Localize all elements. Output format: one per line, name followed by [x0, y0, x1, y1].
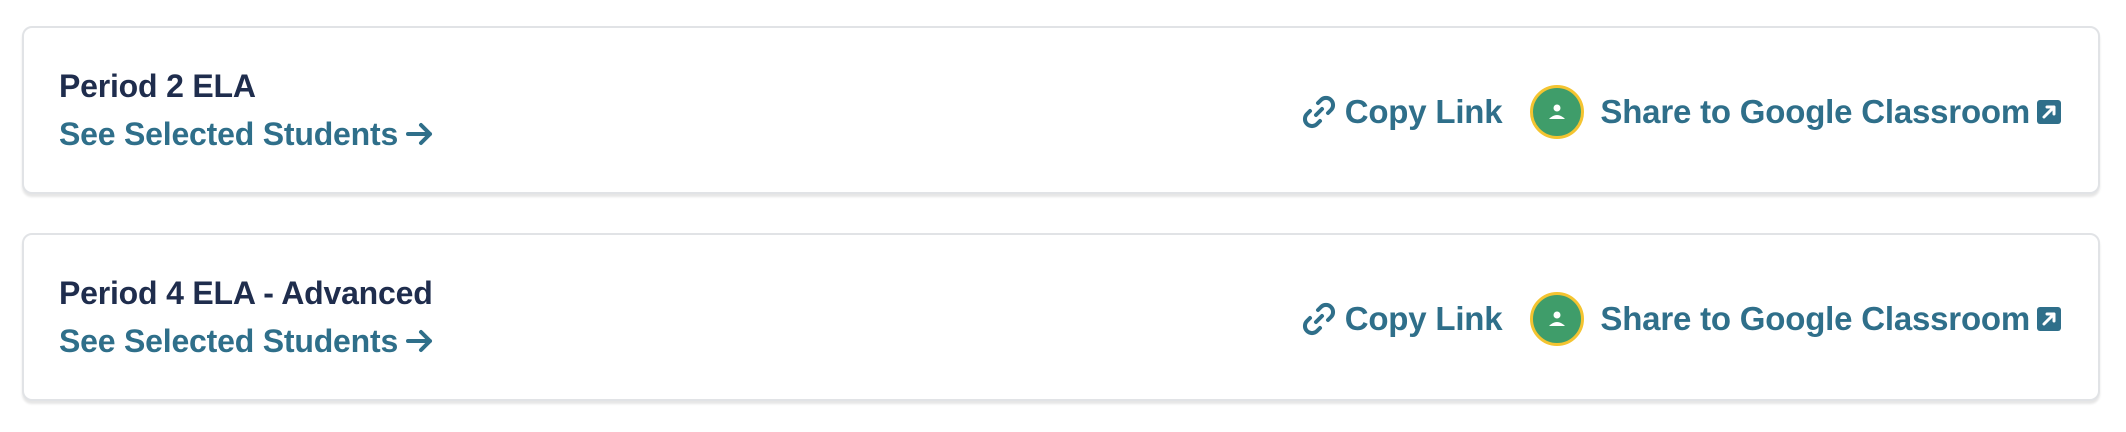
share-to-google-classroom-button[interactable]: Share to Google Classroom — [1530, 85, 2062, 139]
arrow-right-icon — [404, 325, 436, 357]
share-label: Share to Google Classroom — [1600, 300, 2030, 337]
share-label: Share to Google Classroom — [1600, 93, 2030, 130]
share-to-google-classroom-button[interactable]: Share to Google Classroom — [1530, 292, 2062, 346]
link-icon — [1301, 94, 1337, 130]
see-selected-students-label: See Selected Students — [59, 116, 399, 152]
class-card: Period 2 ELA See Selected Students Copy … — [22, 26, 2100, 194]
copy-link-label: Copy Link — [1344, 300, 1503, 337]
arrow-right-icon — [404, 118, 436, 150]
google-classroom-icon — [1530, 85, 1585, 139]
share-actions: Copy Link Share to Google Classroom — [1301, 289, 2062, 349]
copy-link-button[interactable]: Copy Link — [1301, 300, 1503, 338]
class-card: Period 4 ELA - Advanced See Selected Stu… — [22, 233, 2100, 401]
share-actions: Copy Link Share to Google Classroom — [1301, 82, 2062, 142]
see-selected-students-link[interactable]: See Selected Students — [59, 321, 436, 361]
class-info: Period 4 ELA - Advanced See Selected Stu… — [59, 273, 436, 361]
class-info: Period 2 ELA See Selected Students — [59, 66, 436, 154]
copy-link-label: Copy Link — [1344, 93, 1503, 130]
class-name: Period 4 ELA - Advanced — [59, 275, 433, 311]
see-selected-students-label: See Selected Students — [59, 323, 399, 359]
see-selected-students-link[interactable]: See Selected Students — [59, 114, 436, 154]
external-link-icon — [2036, 306, 2062, 332]
link-icon — [1301, 301, 1337, 337]
google-classroom-icon — [1530, 292, 1585, 346]
class-name: Period 2 ELA — [59, 68, 256, 104]
external-link-icon — [2036, 99, 2062, 125]
copy-link-button[interactable]: Copy Link — [1301, 93, 1503, 131]
